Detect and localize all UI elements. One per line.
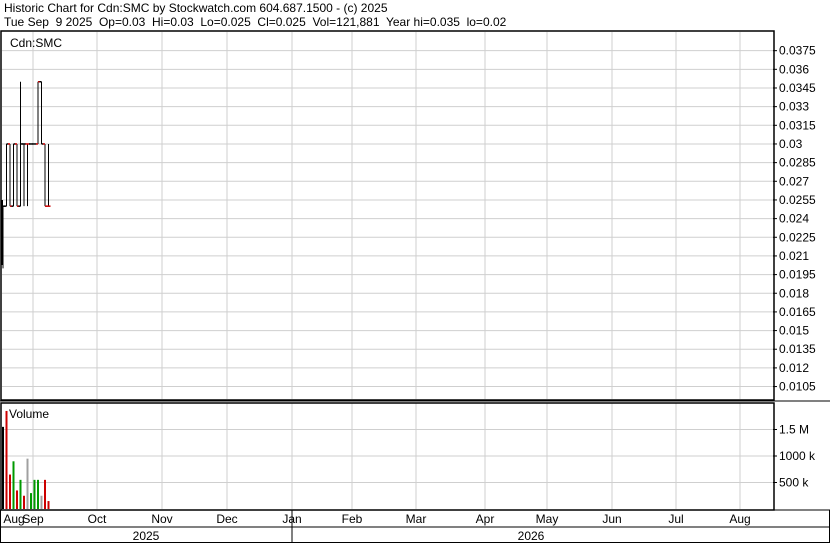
price-tick-label: 0.0315 xyxy=(779,118,816,132)
price-grid xyxy=(2,32,773,399)
volume-grid xyxy=(2,403,773,509)
stock-chart: 0.0375 0.036 0.0345 0.033 0.0315 0.03 0.0285 0.… xyxy=(0,30,830,543)
year-label: 2026 xyxy=(518,529,545,543)
chart-frames xyxy=(0,30,830,511)
year-label: 2025 xyxy=(133,529,160,543)
volume-tick-label: 1.5 M xyxy=(779,423,809,437)
volume-panel-title: Volume xyxy=(9,407,49,421)
month-label: Aug xyxy=(729,512,750,526)
price-tick-label: 0.018 xyxy=(779,286,809,300)
month-label: May xyxy=(536,512,559,526)
price-tick-label: 0.021 xyxy=(779,249,809,263)
price-panel-frame xyxy=(0,30,775,401)
price-tick-label: 0.012 xyxy=(779,361,809,375)
month-label: Mar xyxy=(406,512,427,526)
price-tick-label: 0.0135 xyxy=(779,342,816,356)
price-tick-label: 0.033 xyxy=(779,100,809,114)
price-tick-label: 0.024 xyxy=(779,212,809,226)
month-label: Apr xyxy=(476,512,495,526)
price-panel-title: Cdn:SMC xyxy=(10,36,62,50)
volume-axis: 1.5 M 1000 k 500 k xyxy=(773,423,816,490)
price-tick-label: 0.0285 xyxy=(779,156,816,170)
price-tick-label: 0.0165 xyxy=(779,305,816,319)
price-tick-label: 0.036 xyxy=(779,62,809,76)
price-tick-label: 0.0105 xyxy=(779,380,816,394)
month-label: Dec xyxy=(216,512,237,526)
price-tick-label: 0.0225 xyxy=(779,230,816,244)
price-bars xyxy=(1,81,51,269)
month-label: Nov xyxy=(151,512,172,526)
volume-bars xyxy=(2,410,50,509)
month-label: Feb xyxy=(342,512,363,526)
price-tick-label: 0.0345 xyxy=(779,81,816,95)
month-label: Jul xyxy=(668,512,683,526)
price-tick-label: 0.0255 xyxy=(779,193,816,207)
volume-tick-label: 500 k xyxy=(779,476,809,490)
month-label: Oct xyxy=(88,512,107,526)
price-axis: 0.0375 0.036 0.0345 0.033 0.0315 0.03 0.0285 0.… xyxy=(773,44,816,394)
price-tick-label: 0.027 xyxy=(779,174,809,188)
month-label: Sep xyxy=(22,512,44,526)
volume-tick-label: 1000 k xyxy=(779,449,816,463)
price-tick-label: 0.03 xyxy=(779,137,803,151)
price-tick-label: 0.0375 xyxy=(779,44,816,58)
price-tick-label: 0.0195 xyxy=(779,268,816,282)
time-axis: AugSep Oct Nov Dec Jan Feb Mar Apr May Jun Jul Aug2… xyxy=(0,509,830,543)
price-tick-label: 0.015 xyxy=(779,324,809,338)
month-label: Jun xyxy=(602,512,621,526)
